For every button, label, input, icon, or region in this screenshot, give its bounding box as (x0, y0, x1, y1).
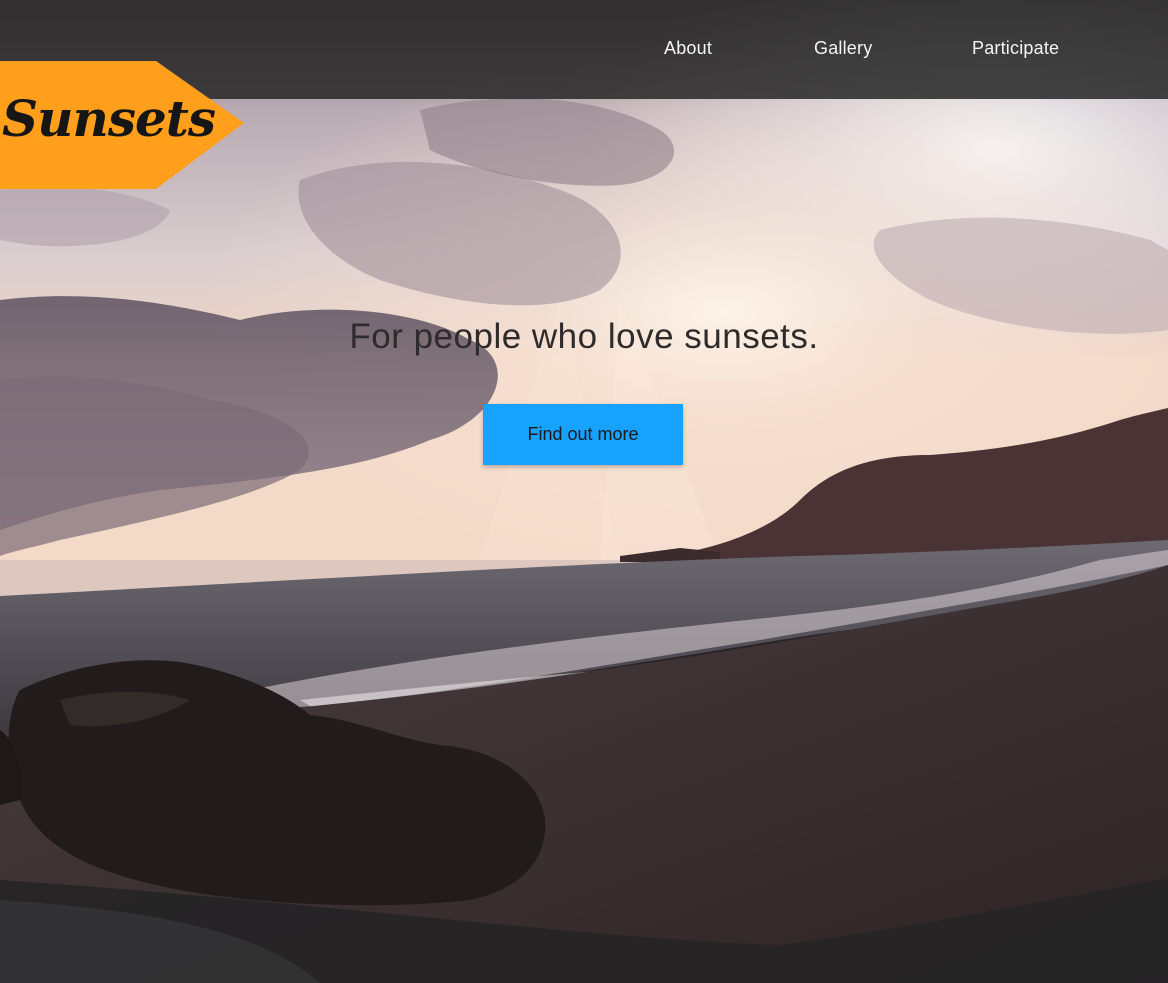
nav-link-gallery[interactable]: Gallery (814, 36, 872, 60)
nav-link-participate[interactable]: Participate (972, 36, 1059, 60)
logo-text: Sunsets (2, 89, 216, 148)
site-logo[interactable]: Sunsets (0, 61, 244, 189)
nav-link-about[interactable]: About (664, 36, 712, 60)
find-out-more-button[interactable]: Find out more (483, 404, 683, 465)
hero-headline: For people who love sunsets. (349, 317, 819, 356)
page: About Gallery Participate Sunsets For pe… (0, 0, 1168, 983)
